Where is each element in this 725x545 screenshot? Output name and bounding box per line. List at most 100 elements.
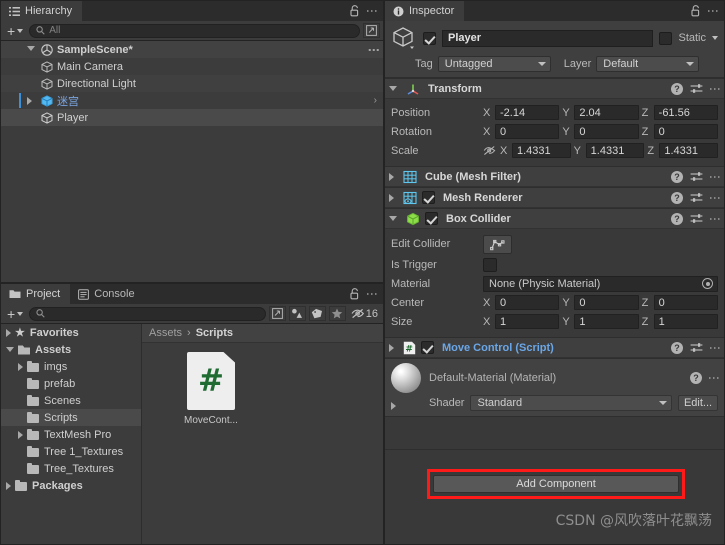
open-in-window-icon[interactable] bbox=[363, 23, 380, 38]
visibility-toggle[interactable]: 16 bbox=[349, 308, 380, 320]
hierarchy-row-migong[interactable]: 迷宫 › bbox=[1, 92, 383, 109]
tab-project[interactable]: Project bbox=[1, 284, 71, 304]
size-z-input[interactable]: 1 bbox=[653, 314, 718, 329]
filter-by-label-icon[interactable] bbox=[308, 306, 326, 321]
create-asset-button[interactable]: + bbox=[4, 307, 26, 321]
help-icon[interactable]: ? bbox=[690, 372, 702, 384]
kebab-menu-icon[interactable]: ⋮ bbox=[708, 171, 722, 183]
help-icon[interactable]: ? bbox=[671, 82, 683, 95]
settings-sliders-icon[interactable] bbox=[690, 213, 703, 224]
is-trigger-checkbox[interactable] bbox=[483, 257, 497, 272]
material-expand-chevron-right-icon[interactable] bbox=[391, 402, 396, 410]
gameobject-cube-icon[interactable] bbox=[391, 25, 417, 51]
project-content-area[interactable]: Assets › Scripts # MoveCont... bbox=[142, 324, 383, 544]
gameobject-enabled-checkbox[interactable] bbox=[423, 31, 436, 45]
hierarchy-tree[interactable]: SampleScene* ⋮ Main Camera Directional L… bbox=[1, 41, 383, 282]
chevron-right-icon[interactable] bbox=[27, 97, 32, 105]
settings-sliders-icon[interactable] bbox=[690, 342, 703, 353]
hierarchy-row-main-camera[interactable]: Main Camera bbox=[1, 58, 383, 75]
tag-dropdown[interactable]: Untagged bbox=[437, 56, 551, 72]
kebab-menu-icon[interactable]: ⋮ bbox=[365, 5, 379, 17]
position-y-input[interactable]: 2.04 bbox=[574, 105, 639, 120]
star-icon[interactable] bbox=[328, 306, 346, 321]
project-tree-item-tree-1-textures[interactable]: Tree 1_Textures bbox=[1, 443, 141, 460]
tab-inspector[interactable]: Inspector bbox=[385, 1, 465, 21]
kebab-menu-icon[interactable]: ⋮ bbox=[708, 213, 722, 225]
chevron-down-icon[interactable] bbox=[6, 347, 14, 352]
chevron-right-icon[interactable]: › bbox=[374, 95, 377, 106]
project-tree-item-assets[interactable]: Assets bbox=[1, 341, 141, 358]
project-tree-item-textmesh-pro[interactable]: TextMesh Pro bbox=[1, 426, 141, 443]
scale-x-input[interactable]: 1.4331 bbox=[512, 143, 571, 158]
settings-sliders-icon[interactable] bbox=[690, 171, 703, 182]
chevron-right-icon[interactable] bbox=[6, 328, 11, 337]
kebab-menu-icon[interactable]: ⋮ bbox=[707, 372, 721, 384]
asset-item-movecontrol[interactable]: # MoveCont... bbox=[175, 352, 247, 426]
scale-z-input[interactable]: 1.4331 bbox=[659, 143, 719, 158]
chevron-down-icon[interactable] bbox=[389, 216, 397, 221]
component-header-box-collider[interactable]: Box Collider ? ⋮ bbox=[385, 208, 724, 229]
shader-dropdown[interactable]: Standard bbox=[470, 395, 672, 411]
hierarchy-search-input[interactable]: All bbox=[29, 23, 360, 38]
chevron-right-icon[interactable] bbox=[18, 430, 23, 439]
shader-edit-button[interactable]: Edit... bbox=[678, 395, 718, 411]
help-icon[interactable]: ? bbox=[671, 212, 683, 225]
settings-sliders-icon[interactable] bbox=[690, 83, 703, 94]
static-checkbox[interactable] bbox=[659, 31, 673, 45]
project-tree[interactable]: ★ Favorites Assets imgs prefab Scenes Sc… bbox=[1, 324, 142, 544]
physic-material-field[interactable]: None (Physic Material) bbox=[483, 275, 718, 292]
lock-open-icon[interactable] bbox=[691, 5, 701, 17]
settings-sliders-icon[interactable] bbox=[690, 192, 703, 203]
box-collider-enabled-checkbox[interactable] bbox=[425, 212, 438, 225]
project-tree-item-prefab[interactable]: prefab bbox=[1, 375, 141, 392]
position-z-input[interactable]: -61.56 bbox=[653, 105, 718, 120]
chevron-right-icon[interactable] bbox=[389, 343, 394, 352]
lock-open-icon[interactable] bbox=[350, 5, 360, 17]
kebab-menu-icon[interactable]: ⋮ bbox=[706, 5, 720, 17]
chevron-down-icon[interactable] bbox=[389, 86, 397, 91]
tab-hierarchy[interactable]: Hierarchy bbox=[1, 1, 83, 21]
mesh-renderer-enabled-checkbox[interactable] bbox=[422, 191, 435, 204]
tab-console[interactable]: Console bbox=[70, 284, 145, 304]
size-x-input[interactable]: 1 bbox=[495, 314, 560, 329]
hierarchy-row-player[interactable]: Player bbox=[1, 109, 383, 126]
edit-collider-button[interactable] bbox=[483, 234, 512, 254]
kebab-menu-icon[interactable]: ⋮ bbox=[365, 288, 379, 300]
lock-open-icon[interactable] bbox=[350, 288, 360, 300]
constrain-proportions-off-icon[interactable] bbox=[483, 145, 496, 156]
object-picker-icon[interactable] bbox=[702, 278, 713, 289]
kebab-menu-icon[interactable]: ⋮ bbox=[367, 44, 381, 56]
size-y-input[interactable]: 1 bbox=[574, 314, 639, 329]
project-tree-item-scripts[interactable]: Scripts bbox=[1, 409, 141, 426]
center-z-input[interactable]: 0 bbox=[653, 295, 718, 310]
project-search-input[interactable] bbox=[29, 306, 266, 321]
add-component-button[interactable]: Add Component bbox=[433, 475, 679, 493]
component-header-transform[interactable]: Transform ? ⋮ bbox=[385, 78, 724, 99]
chevron-right-icon[interactable] bbox=[389, 172, 394, 181]
rotation-x-input[interactable]: 0 bbox=[495, 124, 560, 139]
static-dropdown-chevron-down-icon[interactable] bbox=[712, 36, 718, 40]
hierarchy-row-samplescene[interactable]: SampleScene* ⋮ bbox=[1, 41, 383, 58]
component-header-mesh-renderer[interactable]: Mesh Renderer ? ⋮ bbox=[385, 187, 724, 208]
rotation-z-input[interactable]: 0 bbox=[653, 124, 718, 139]
move-control-enabled-checkbox[interactable] bbox=[421, 341, 434, 354]
component-header-mesh-filter[interactable]: Cube (Mesh Filter) ? ⋮ bbox=[385, 166, 724, 187]
create-gameobject-button[interactable]: + bbox=[4, 24, 26, 38]
project-tree-item-imgs[interactable]: imgs bbox=[1, 358, 141, 375]
center-y-input[interactable]: 0 bbox=[574, 295, 639, 310]
chevron-right-icon[interactable] bbox=[6, 481, 11, 490]
kebab-menu-icon[interactable]: ⋮ bbox=[708, 342, 722, 354]
layer-dropdown[interactable]: Default bbox=[596, 56, 700, 72]
rotation-y-input[interactable]: 0 bbox=[574, 124, 639, 139]
help-icon[interactable]: ? bbox=[671, 191, 683, 204]
chevron-down-icon[interactable] bbox=[27, 46, 35, 51]
kebab-menu-icon[interactable]: ⋮ bbox=[708, 192, 722, 204]
gameobject-name-input[interactable]: Player bbox=[442, 29, 654, 47]
chevron-right-icon[interactable] bbox=[18, 362, 23, 371]
project-tree-item-favorites[interactable]: ★ Favorites bbox=[1, 324, 141, 341]
help-icon[interactable]: ? bbox=[671, 170, 683, 183]
project-tree-item-packages[interactable]: Packages bbox=[1, 477, 141, 494]
help-icon[interactable]: ? bbox=[671, 341, 683, 354]
breadcrumb-root[interactable]: Assets bbox=[149, 327, 182, 339]
position-x-input[interactable]: -2.14 bbox=[495, 105, 560, 120]
